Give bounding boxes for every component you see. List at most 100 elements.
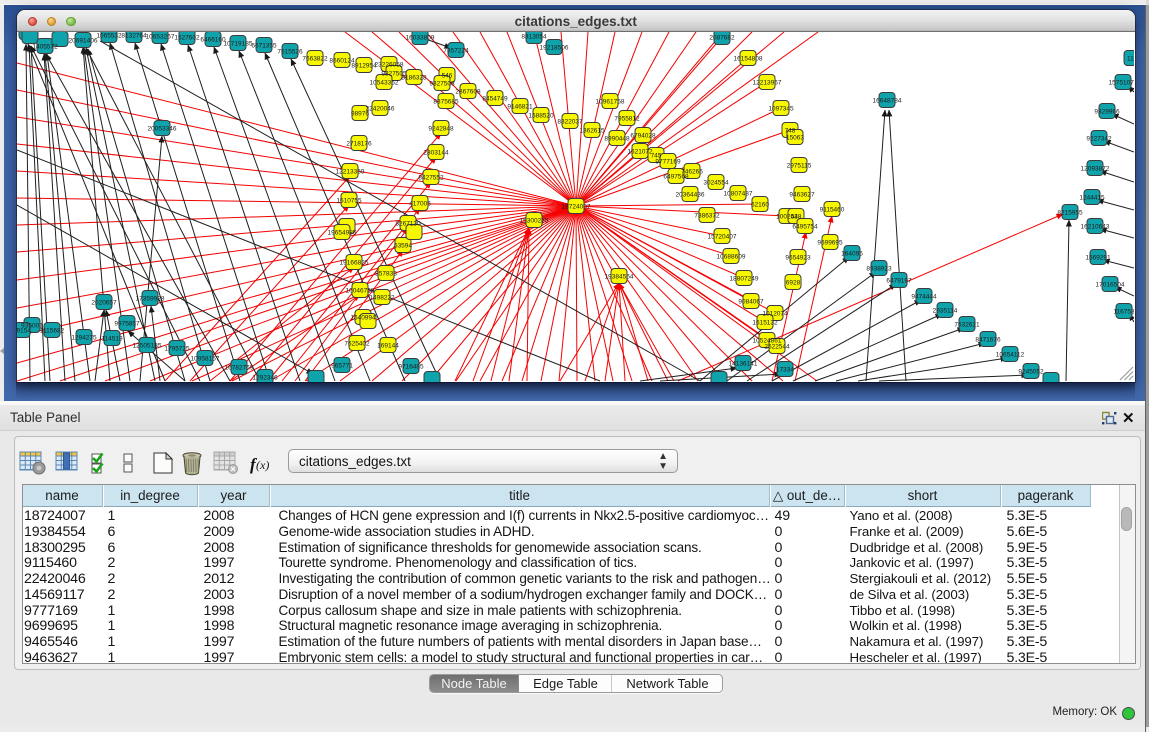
svg-text:9463627: 9463627 [789,192,815,199]
svg-text:2522544: 2522544 [764,344,790,351]
svg-text:19166825: 19166825 [340,260,369,267]
svg-text:15751074: 15751074 [1109,80,1134,87]
svg-text:20053346: 20053346 [148,126,177,133]
svg-text:2803144: 2803144 [423,150,449,157]
svg-text:17016504: 17016504 [1096,282,1125,289]
svg-text:14136141: 14136141 [729,361,758,368]
svg-text:1065532: 1065532 [96,33,122,40]
svg-text:1569291: 1569291 [1085,255,1111,262]
svg-text:9245052: 9245052 [1018,369,1044,376]
svg-text:1527602: 1527602 [174,35,200,42]
svg-text:12213369: 12213369 [336,169,365,176]
svg-text:7625402: 7625402 [344,341,370,348]
svg-text:20691406: 20691406 [69,38,98,45]
svg-text:10543362: 10543362 [370,80,399,87]
svg-text:7515526: 7515526 [277,49,303,56]
svg-text:1610755: 1610755 [336,198,362,205]
svg-text:169144: 169144 [377,343,399,350]
svg-text:7386372: 7386372 [694,213,720,220]
svg-text:22420046: 22420046 [366,106,395,113]
svg-text:8375685: 8375685 [433,99,459,106]
svg-text:748: 748 [785,128,796,135]
svg-text:1292346: 1292346 [252,375,278,382]
svg-text:7955812: 7955812 [614,116,640,123]
svg-text:9115460: 9115460 [820,207,845,214]
svg-text:19218506: 19218506 [540,45,569,52]
svg-text:8471676: 8471676 [975,337,1001,344]
svg-text:23226058: 23226058 [375,62,404,69]
svg-text:12505135: 12505135 [133,343,162,350]
svg-text:17334: 17334 [776,367,794,374]
svg-text:2975115: 2975115 [787,163,812,170]
svg-text:6495754: 6495754 [792,224,818,231]
svg-text:6479197: 6479197 [886,278,912,285]
svg-text:7632621: 7632621 [954,322,980,329]
svg-text:16782759: 16782759 [225,365,254,372]
svg-text:10961758: 10961758 [596,99,625,106]
svg-text:16033809: 16033809 [406,35,435,42]
svg-text:6671355: 6671355 [251,43,277,50]
svg-text:15300275: 15300275 [520,218,549,225]
svg-text:12213967: 12213967 [753,80,782,87]
svg-text:53594: 53594 [394,243,412,250]
svg-text:1640994: 1640994 [350,315,376,322]
svg-text:10654112: 10654112 [996,352,1025,359]
svg-text:8215955: 8215955 [1057,210,1083,217]
svg-text:8132764: 8132764 [121,33,147,40]
svg-text:10719185: 10719185 [224,41,253,48]
svg-text:2087682: 2087682 [709,35,735,42]
svg-text:1097345: 1097345 [768,106,794,113]
svg-text:(x): (x) [256,458,269,472]
svg-text:16648784: 16648784 [873,98,902,105]
svg-text:1615132: 1615132 [752,320,778,327]
svg-text:114519: 114519 [101,336,123,343]
svg-text:965771: 965771 [331,363,353,370]
svg-text:2867608: 2867608 [455,89,481,96]
svg-text:1012074: 1012074 [762,311,788,318]
svg-text:9777169: 9777169 [655,159,681,166]
svg-text:8813054: 8813054 [521,34,547,41]
svg-text:9146821: 9146821 [507,104,533,111]
svg-text:9329966: 9329966 [1094,109,1120,116]
svg-text:1498222: 1498222 [369,295,395,302]
svg-text:10046758: 10046758 [346,288,375,295]
svg-text:9975857: 9975857 [114,321,140,328]
svg-text:1621072: 1621072 [627,149,653,156]
svg-text:1362615: 1362615 [579,128,605,135]
svg-text:18807249: 18807249 [730,276,759,283]
svg-text:8938923: 8938923 [866,266,892,273]
svg-text:2020657: 2020657 [91,300,117,307]
svg-text:1115682: 1115682 [40,328,65,335]
svg-text:19654985: 19654985 [328,230,357,237]
svg-text:10688609: 10688609 [717,254,746,261]
svg-text:2718176: 2718176 [346,141,372,148]
svg-text:98976: 98976 [351,111,369,118]
svg-text:12093872: 12093872 [1081,166,1110,173]
svg-text:417006: 417006 [409,201,431,208]
svg-text:10653267: 10653267 [146,34,175,41]
svg-text:9227342: 9227342 [1086,136,1112,143]
svg-text:9654923: 9654923 [785,255,811,262]
svg-text:15063: 15063 [786,135,804,142]
svg-text:1405572: 1405572 [32,44,58,51]
svg-text:18724007: 18724007 [562,204,591,211]
svg-text:1244415: 1244415 [1079,195,1105,202]
svg-text:9716485: 9716485 [398,364,424,371]
svg-text:111: 111 [1127,56,1134,63]
svg-text:20364436: 20364436 [676,192,705,199]
svg-text:116753: 116753 [1113,309,1134,316]
svg-text:6497568: 6497568 [663,174,689,181]
svg-text:2935114: 2935114 [933,308,958,315]
svg-text:8427552: 8427552 [418,175,444,182]
svg-text:10958157: 10958157 [191,356,220,363]
svg-text:8912954: 8912954 [351,63,377,70]
svg-text:6794028: 6794028 [630,133,656,140]
svg-text:10807487: 10807487 [724,191,753,198]
svg-text:438: 438 [791,214,802,221]
svg-text:8990448: 8990448 [604,136,630,143]
svg-text:16210643: 16210643 [1081,224,1110,231]
svg-text:8186328: 8186328 [401,75,427,82]
svg-text:8267130: 8267130 [395,221,421,228]
svg-text:8454749: 8454749 [482,96,508,103]
svg-text:1588520: 1588520 [528,113,554,120]
